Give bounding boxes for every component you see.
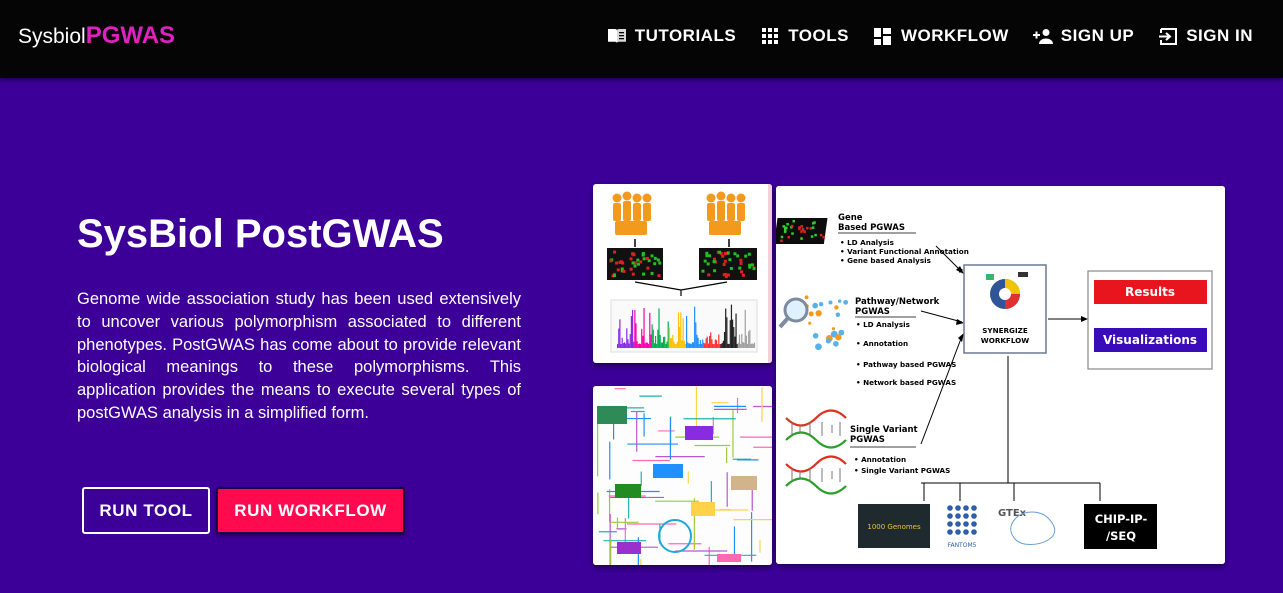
single-item: • Single Variant PGWAS xyxy=(854,466,950,475)
nav-label: SIGN IN xyxy=(1186,26,1253,45)
synergize-label: SYNERGIZE WORKFLOW xyxy=(981,326,1029,345)
nav-tutorials[interactable]: TUTORIALS xyxy=(607,26,736,46)
grid-icon xyxy=(760,26,780,46)
pathway-item: • Pathway based PGWAS xyxy=(856,360,956,369)
run-tool-button[interactable]: RUN TOOL xyxy=(82,487,210,534)
resource-1000-genomes: 1000 Genomes xyxy=(867,523,921,531)
nav-label: TOOLS xyxy=(788,26,849,45)
brand-logo[interactable]: SysbiolPGWAS xyxy=(18,22,175,50)
nav-label: TUTORIALS xyxy=(634,26,737,45)
run-workflow-button[interactable]: RUN WORKFLOW xyxy=(216,487,405,534)
nav-sign-up[interactable]: SIGN UP xyxy=(1032,26,1135,46)
hero-title: SysBiol PostGWAS xyxy=(77,212,444,256)
pathway-item: • LD Analysis xyxy=(856,320,910,329)
gene-item: • Gene based Analysis xyxy=(840,256,931,265)
heatmap-icon xyxy=(776,218,828,244)
workflow-diagram: Gene Based PGWAS • LD Analysis • Variant … xyxy=(776,186,1225,564)
nav-workflow[interactable]: WORKFLOW xyxy=(873,26,1009,46)
gwas-illustration xyxy=(593,184,772,363)
pathway-item: • Annotation xyxy=(856,339,908,348)
top-app-bar: SysbiolPGWAS TUTORIALS TOOLS WORKFLOW SI… xyxy=(0,0,1283,78)
gene-item: • Variant Functional Annotation xyxy=(840,247,969,256)
nav-sign-in[interactable]: SIGN IN xyxy=(1158,26,1253,46)
visualizations-label: Visualizations xyxy=(1103,333,1197,347)
nav-label: SIGN UP xyxy=(1060,26,1135,45)
login-icon xyxy=(1158,26,1178,46)
person-add-icon xyxy=(1032,26,1053,46)
svg-text:FANTOM5: FANTOM5 xyxy=(948,542,977,549)
book-icon xyxy=(607,26,627,46)
gene-item: • LD Analysis xyxy=(840,238,894,247)
main-nav: TUTORIALS TOOLS WORKFLOW SIGN UP SIGN IN xyxy=(607,26,1253,46)
brand-prefix: Sysbiol xyxy=(18,25,86,48)
nav-tools[interactable]: TOOLS xyxy=(760,26,849,46)
brand-suffix: PGWAS xyxy=(85,22,176,49)
pathway-map-illustration xyxy=(593,386,772,565)
nav-label: WORKFLOW xyxy=(900,26,1009,45)
pathway-item: • Network based PGWAS xyxy=(856,378,956,387)
results-label: Results xyxy=(1125,285,1175,299)
dashboard-icon xyxy=(873,26,893,46)
hero-description: Genome wide association study has been u… xyxy=(77,290,521,422)
single-item: • Annotation xyxy=(854,455,906,464)
